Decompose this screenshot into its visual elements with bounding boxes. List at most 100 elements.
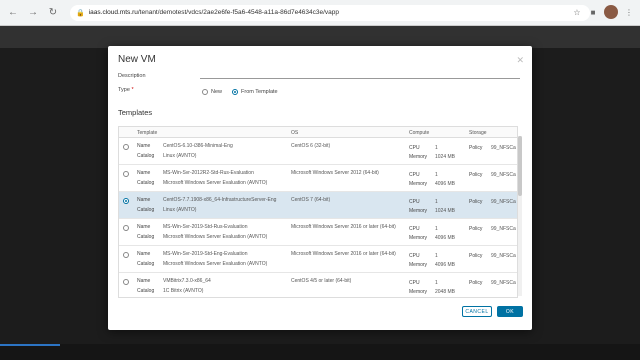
radio-new[interactable] (202, 89, 208, 95)
policy-value: 99_NFSCa (491, 199, 516, 205)
cpu-value: 1 (435, 280, 438, 286)
template-os: CentOS 6 (32-bit) (291, 143, 331, 149)
column-os[interactable]: OS (291, 130, 298, 136)
new-vm-dialog: New VM ✕ Description Type * New From Tem… (108, 46, 532, 330)
template-name: CentOS-7.7.1908-x86_64-InfrastructureSer… (163, 197, 277, 203)
template-catalog: Linux (AVNTO) (163, 153, 197, 159)
description-input[interactable] (200, 78, 520, 79)
catalog-key: Catalog (137, 180, 155, 186)
memory-value: 2048 MB (435, 289, 456, 295)
template-catalog: Microsoft Windows Server Evaluation (AVN… (163, 234, 268, 240)
memory-value: 4096 MB (435, 181, 456, 187)
template-row[interactable]: Name CentOS-6.10-i386-Minimal-Eng Catalog L… (119, 138, 517, 165)
reload-icon[interactable]: ↻ (46, 6, 60, 20)
address-bar[interactable]: 🔒 iaas.cloud.mts.ru/tenant/demotest/vdcs… (70, 4, 590, 21)
cpu-key: CPU (409, 226, 420, 232)
template-os: Microsoft Windows Server 2016 or later (… (291, 224, 396, 230)
template-row[interactable]: Name MS-Win-Svr-2019-Std-Rus-Evaluation Ca… (119, 219, 517, 246)
policy-key: Policy (469, 145, 483, 151)
type-option-new[interactable]: New (202, 89, 222, 95)
template-name: MS-Win-Svr-2019-Std-Rus-Evaluation (163, 224, 248, 230)
browser-toolbar: ← → ↻ 🔒 iaas.cloud.mts.ru/tenant/demotes… (0, 0, 640, 26)
memory-value: 1024 MB (435, 154, 456, 160)
extension-icon[interactable]: ■ (588, 7, 598, 17)
avatar[interactable] (604, 5, 618, 19)
type-radio-group: New From Template (202, 89, 278, 95)
template-catalog: Microsoft Windows Server Evaluation (AVN… (163, 180, 268, 186)
catalog-key: Catalog (137, 153, 155, 159)
policy-value: 99_NFSCa (491, 280, 516, 286)
column-compute[interactable]: Compute (409, 130, 429, 136)
row-select-radio[interactable] (123, 144, 129, 150)
memory-value: 1024 MB (435, 208, 456, 214)
cpu-value: 1 (435, 172, 438, 178)
column-storage[interactable]: Storage (469, 130, 487, 136)
template-row[interactable]: Name VMBitrix7.3.0-x86_64 Catalog 1C Bitrix… (119, 273, 517, 297)
catalog-key: Catalog (137, 288, 155, 294)
column-template[interactable]: Template (137, 130, 157, 136)
cpu-value: 1 (435, 145, 438, 151)
cpu-key: CPU (409, 280, 420, 286)
template-name: CentOS-6.10-i386-Minimal-Eng (163, 143, 233, 149)
scroll-thumb[interactable] (518, 136, 522, 196)
grid-header: Template OS Compute Storage (119, 127, 517, 138)
radio-from-template[interactable] (232, 89, 239, 95)
name-key: Name (137, 224, 151, 230)
name-key: Name (137, 251, 151, 257)
templates-title: Templates (118, 108, 153, 117)
policy-key: Policy (469, 253, 483, 259)
memory-value: 4096 MB (435, 235, 456, 241)
template-catalog: Microsoft Windows Server Evaluation (AVN… (163, 261, 268, 267)
row-select-radio[interactable] (123, 279, 129, 285)
description-label: Description (118, 73, 146, 79)
dialog-title: New VM (118, 54, 156, 65)
forward-icon[interactable]: → (26, 6, 40, 20)
row-select-radio[interactable] (123, 225, 129, 231)
template-row[interactable]: Name MS-Win-Svr-2012R2-Std-Rus-Evaluation… (119, 165, 517, 192)
template-name: VMBitrix7.3.0-x86_64 (163, 278, 211, 284)
policy-key: Policy (469, 280, 483, 286)
name-key: Name (137, 170, 151, 176)
template-name: MS-Win-Svr-2012R2-Std-Rus-Evaluation (163, 170, 254, 176)
name-key: Name (137, 197, 151, 203)
memory-key: Memory (409, 289, 428, 295)
template-os: Microsoft Windows Server 2016 or later (… (291, 251, 396, 257)
memory-key: Memory (409, 181, 428, 187)
cpu-key: CPU (409, 172, 420, 178)
cpu-value: 1 (435, 253, 438, 259)
star-icon[interactable]: ☆ (572, 7, 582, 17)
policy-value: 99_NFSCa (491, 226, 516, 232)
cpu-key: CPU (409, 145, 420, 151)
policy-key: Policy (469, 172, 483, 178)
cancel-button[interactable]: CANCEL (462, 306, 492, 317)
grid-scrollbar[interactable] (518, 136, 522, 296)
name-key: Name (137, 143, 151, 149)
menu-icon[interactable]: ⋮ (624, 7, 634, 17)
row-select-radio[interactable] (123, 198, 129, 204)
ok-button[interactable]: OK (497, 306, 523, 317)
cpu-key: CPU (409, 199, 420, 205)
template-catalog: 1C Bitrix (AVNTO) (163, 288, 204, 294)
cpu-value: 1 (435, 199, 438, 205)
template-name: MS-Win-Svr-2019-Std-Eng-Evaluation (163, 251, 248, 257)
lock-icon: 🔒 (76, 9, 85, 17)
template-row[interactable]: Name MS-Win-Svr-2019-Std-Eng-Evaluation Ca… (119, 246, 517, 273)
template-os: Microsoft Windows Server 2012 (64-bit) (291, 170, 379, 176)
close-icon[interactable]: ✕ (516, 55, 524, 66)
catalog-key: Catalog (137, 234, 155, 240)
app-header (0, 26, 640, 48)
memory-key: Memory (409, 208, 428, 214)
memory-value: 4096 MB (435, 262, 456, 268)
row-select-radio[interactable] (123, 171, 129, 177)
policy-key: Policy (469, 199, 483, 205)
template-row[interactable]: Name CentOS-7.7.1908-x86_64-Infrastructur… (119, 192, 517, 219)
back-icon[interactable]: ← (6, 6, 20, 20)
url-host: iaas.cloud.mts.ru (88, 9, 138, 16)
policy-value: 99_NFSCa (491, 253, 516, 259)
policy-value: 99_NFSCa (491, 145, 516, 151)
row-select-radio[interactable] (123, 252, 129, 258)
memory-key: Memory (409, 235, 428, 241)
type-label: Type * (118, 87, 134, 93)
type-option-from-template[interactable]: From Template (232, 89, 278, 95)
template-os: CentOS 7 (64-bit) (291, 197, 331, 203)
